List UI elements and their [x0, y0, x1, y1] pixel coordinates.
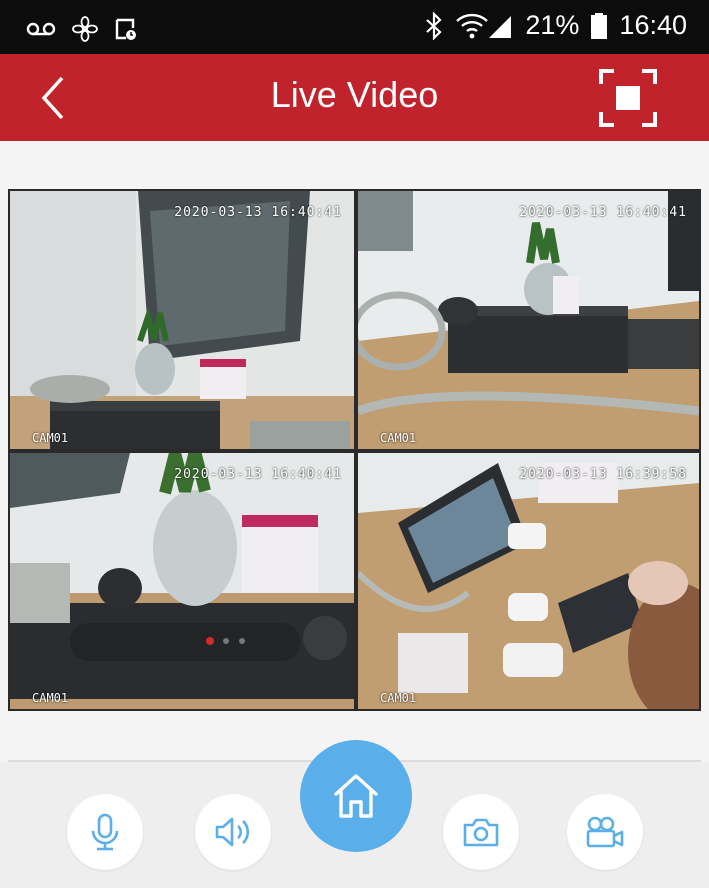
camera-grid: 2020-03-13 16:40:41 CAM01 2020-03-13 16:… — [8, 189, 701, 711]
fullscreen-icon — [599, 69, 657, 127]
bluetooth-icon — [426, 11, 442, 40]
camera-timestamp: 2020-03-13 16:39:58 — [519, 467, 687, 482]
speaker-button[interactable] — [195, 794, 271, 870]
camera-tile-1[interactable]: 2020-03-13 16:40:41 CAM01 — [8, 189, 356, 451]
video-camera-icon — [586, 816, 624, 848]
camera-tile-4[interactable]: 2020-03-13 16:39:58 CAM01 — [356, 451, 701, 711]
camera-name: CAM01 — [380, 431, 417, 445]
camera-icon — [463, 818, 499, 847]
speaker-icon — [215, 817, 250, 847]
control-bar — [0, 740, 709, 888]
camera-feed-image — [358, 191, 699, 449]
home-icon — [334, 774, 378, 818]
voicemail-icon — [26, 22, 56, 36]
camera-timestamp: 2020-03-13 16:40:41 — [519, 205, 687, 220]
screen-timer-icon — [115, 18, 136, 40]
record-button[interactable] — [567, 794, 643, 870]
camera-timestamp: 2020-03-13 16:40:41 — [174, 205, 342, 220]
fullscreen-button[interactable] — [598, 68, 658, 128]
snapshot-button[interactable] — [443, 794, 519, 870]
camera-name: CAM01 — [32, 431, 69, 445]
microphone-icon — [91, 813, 119, 851]
camera-feed-image — [10, 191, 354, 449]
status-left-icons — [26, 16, 138, 42]
fan-icon — [72, 16, 98, 42]
battery-icon — [591, 12, 608, 39]
camera-name: CAM01 — [380, 691, 417, 705]
status-right: 21% 16:40 — [425, 10, 687, 41]
camera-timestamp: 2020-03-13 16:40:41 — [174, 467, 342, 482]
camera-feed-image — [10, 453, 354, 709]
status-bar: 21% 16:40 — [0, 0, 709, 54]
app-header: Live Video — [0, 54, 709, 141]
battery-percent: 21% — [525, 10, 580, 40]
wifi-signal-icon — [456, 13, 512, 38]
camera-name: CAM01 — [32, 691, 69, 705]
home-button[interactable] — [300, 740, 412, 852]
camera-tile-2[interactable]: 2020-03-13 16:40:41 CAM01 — [356, 189, 701, 451]
camera-feed-image — [358, 453, 699, 709]
camera-tile-3[interactable]: 2020-03-13 16:40:41 CAM01 — [8, 451, 356, 711]
clock: 16:40 — [619, 10, 687, 40]
microphone-button[interactable] — [67, 794, 143, 870]
